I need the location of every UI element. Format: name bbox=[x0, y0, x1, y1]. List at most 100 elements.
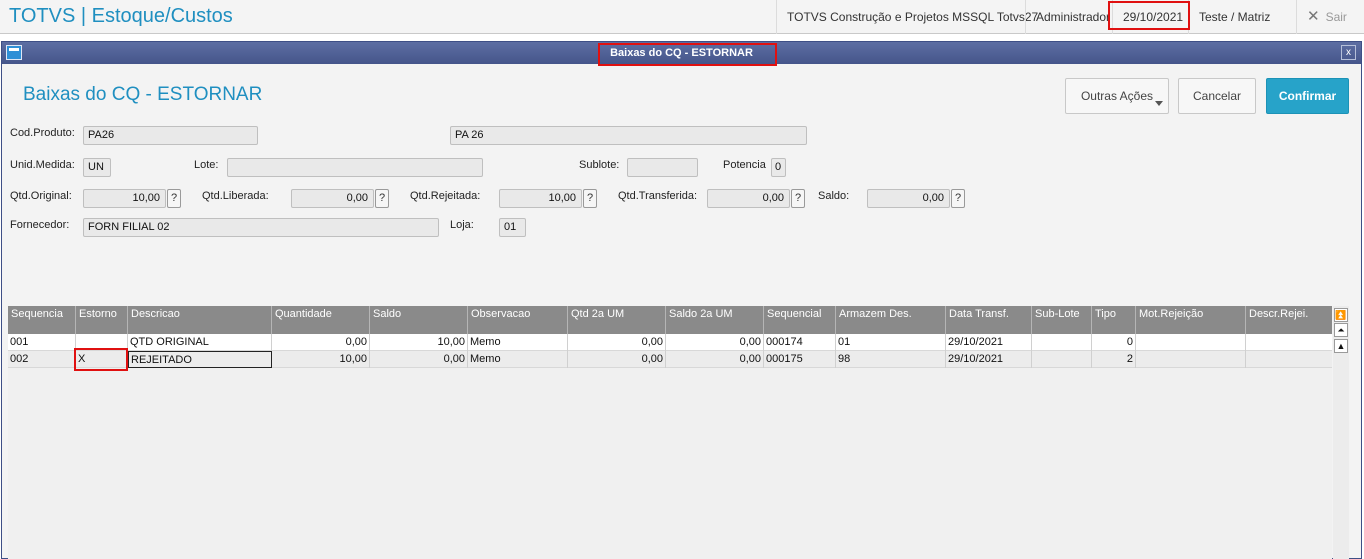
column-header-sub-lote[interactable]: Sub-Lote bbox=[1032, 306, 1092, 334]
column-header-estorno[interactable]: Estorno bbox=[76, 306, 128, 334]
help-button[interactable]: ? bbox=[167, 189, 181, 208]
cell-sequencial[interactable]: 000175 bbox=[764, 351, 836, 368]
cell-mot-rejeicao[interactable] bbox=[1136, 334, 1246, 351]
scroll-top-icon[interactable]: ⏫ bbox=[1334, 308, 1348, 322]
chevron-down-icon bbox=[1155, 101, 1163, 106]
cell-quantidade[interactable]: 10,00 bbox=[272, 351, 370, 368]
qtd-transferida-label: Qtd.Transferida: bbox=[618, 190, 698, 202]
product-description-field[interactable]: PA 26 bbox=[450, 126, 807, 145]
qtd-rejeitada-label: Qtd.Rejeitada: bbox=[410, 190, 481, 202]
cell-descricao[interactable]: REJEITADO bbox=[128, 351, 272, 368]
saldo-field[interactable]: 0,00 bbox=[867, 189, 950, 208]
column-header-sequencia[interactable]: Sequencia bbox=[8, 306, 76, 334]
cell-descr-rejei[interactable] bbox=[1246, 351, 1332, 368]
cell-saldo[interactable]: 0,00 bbox=[370, 351, 468, 368]
cell-saldo[interactable]: 10,00 bbox=[370, 334, 468, 351]
cell-observacao[interactable]: Memo bbox=[468, 351, 568, 368]
grid-scrollbar[interactable]: ⏫ ⏶ ▲ bbox=[1333, 306, 1349, 559]
column-header-sequencial[interactable]: Sequencial bbox=[764, 306, 836, 334]
cell-sequencial[interactable]: 000174 bbox=[764, 334, 836, 351]
column-header-armazem-des[interactable]: Armazem Des. bbox=[836, 306, 946, 334]
potencia-field[interactable]: 0 bbox=[771, 158, 786, 177]
other-actions-label: Outras Ações bbox=[1080, 89, 1154, 103]
cell-observacao[interactable]: Memo bbox=[468, 334, 568, 351]
qtd-original-field[interactable]: 10,00 bbox=[83, 189, 166, 208]
cell-mot-rejeicao[interactable] bbox=[1136, 351, 1246, 368]
items-grid: Sequencia Estorno Descricao Quantidade S… bbox=[8, 306, 1332, 559]
column-header-quantidade[interactable]: Quantidade bbox=[272, 306, 370, 334]
cell-sequencia[interactable]: 002 bbox=[8, 351, 76, 368]
cell-armazem-des[interactable]: 01 bbox=[836, 334, 946, 351]
cell-estorno[interactable]: X bbox=[76, 351, 128, 368]
help-button[interactable]: ? bbox=[951, 189, 965, 208]
qtd-transferida-field[interactable]: 0,00 bbox=[707, 189, 790, 208]
unid-medida-field[interactable]: UN bbox=[83, 158, 111, 177]
fornecedor-label: Fornecedor: bbox=[10, 219, 70, 231]
help-button[interactable]: ? bbox=[375, 189, 389, 208]
cell-descr-rejei[interactable] bbox=[1246, 334, 1332, 351]
cell-tipo[interactable]: 0 bbox=[1092, 334, 1136, 351]
environment-label[interactable]: TOTVS Construção e Projetos MSSQL Totvs2… bbox=[776, 0, 1048, 34]
window-titlebar: Baixas do CQ - ESTORNAR x bbox=[2, 42, 1361, 64]
qtd-rejeitada-field[interactable]: 10,00 bbox=[499, 189, 582, 208]
cell-descricao[interactable]: QTD ORIGINAL bbox=[128, 334, 272, 351]
help-button[interactable]: ? bbox=[583, 189, 597, 208]
user-label[interactable]: Administrador bbox=[1025, 0, 1120, 34]
cod-produto-label: Cod.Produto: bbox=[10, 127, 75, 139]
other-actions-button[interactable]: Outras Ações bbox=[1065, 78, 1169, 114]
qtd-original-label: Qtd.Original: bbox=[10, 190, 72, 202]
potencia-label: Potencia bbox=[723, 159, 766, 171]
cell-saldo-2a-um[interactable]: 0,00 bbox=[666, 351, 764, 368]
cell-estorno[interactable] bbox=[76, 334, 128, 351]
loja-field[interactable]: 01 bbox=[499, 218, 526, 237]
cell-saldo-2a-um[interactable]: 0,00 bbox=[666, 334, 764, 351]
exit-label: Sair bbox=[1325, 10, 1347, 24]
cell-qtd-2a-um[interactable]: 0,00 bbox=[568, 351, 666, 368]
loja-label: Loja: bbox=[450, 219, 474, 231]
page-title: Baixas do CQ - ESTORNAR bbox=[23, 84, 263, 105]
exit-button[interactable]: ✕ Sair bbox=[1296, 0, 1364, 34]
dialog-window: Baixas do CQ - ESTORNAR x Baixas do CQ -… bbox=[1, 41, 1362, 559]
cell-tipo[interactable]: 2 bbox=[1092, 351, 1136, 368]
column-header-mot-rejeicao[interactable]: Mot.Rejeição bbox=[1136, 306, 1246, 334]
app-title: TOTVS | Estoque/Custos bbox=[9, 5, 233, 27]
window-title: Baixas do CQ - ESTORNAR bbox=[610, 47, 753, 59]
table-row[interactable]: 001 QTD ORIGINAL 0,00 10,00 Memo 0,00 0,… bbox=[8, 334, 1332, 351]
branch-label[interactable]: Teste / Matriz bbox=[1188, 0, 1280, 34]
column-header-saldo[interactable]: Saldo bbox=[370, 306, 468, 334]
cell-sub-lote[interactable] bbox=[1032, 351, 1092, 368]
confirm-button[interactable]: Confirmar bbox=[1266, 78, 1349, 114]
column-header-descricao[interactable]: Descricao bbox=[128, 306, 272, 334]
help-button[interactable]: ? bbox=[791, 189, 805, 208]
scroll-page-up-icon[interactable]: ⏶ bbox=[1334, 323, 1348, 337]
sublote-field[interactable] bbox=[627, 158, 698, 177]
column-header-observacao[interactable]: Observacao bbox=[468, 306, 568, 334]
cell-sequencia[interactable]: 001 bbox=[8, 334, 76, 351]
saldo-label: Saldo: bbox=[818, 190, 850, 202]
close-icon: ✕ bbox=[1307, 8, 1320, 25]
cell-quantidade[interactable]: 0,00 bbox=[272, 334, 370, 351]
cell-sub-lote[interactable] bbox=[1032, 334, 1092, 351]
table-row[interactable]: 002 X REJEITADO 10,00 0,00 Memo 0,00 0,0… bbox=[8, 351, 1332, 368]
lote-field[interactable] bbox=[227, 158, 483, 177]
app-header: TOTVS | Estoque/Custos TOTVS Construção … bbox=[0, 0, 1364, 34]
cancel-button[interactable]: Cancelar bbox=[1178, 78, 1256, 114]
column-header-qtd-2a-um[interactable]: Qtd 2a UM bbox=[568, 306, 666, 334]
column-header-tipo[interactable]: Tipo bbox=[1092, 306, 1136, 334]
date-label[interactable]: 29/10/2021 bbox=[1112, 0, 1193, 34]
column-header-saldo-2a-um[interactable]: Saldo 2a UM bbox=[666, 306, 764, 334]
scroll-up-icon[interactable]: ▲ bbox=[1334, 339, 1348, 353]
fornecedor-field[interactable]: FORN FILIAL 02 bbox=[83, 218, 439, 237]
sublote-label: Sublote: bbox=[579, 159, 620, 171]
qtd-liberada-label: Qtd.Liberada: bbox=[202, 190, 269, 202]
cell-data-transf[interactable]: 29/10/2021 bbox=[946, 351, 1032, 368]
column-header-descr-rejei[interactable]: Descr.Rejei. bbox=[1246, 306, 1332, 334]
cell-data-transf[interactable]: 29/10/2021 bbox=[946, 334, 1032, 351]
cell-armazem-des[interactable]: 98 bbox=[836, 351, 946, 368]
lote-label: Lote: bbox=[194, 159, 219, 171]
cell-qtd-2a-um[interactable]: 0,00 bbox=[568, 334, 666, 351]
column-header-data-transf[interactable]: Data Transf. bbox=[946, 306, 1032, 334]
window-close-button[interactable]: x bbox=[1341, 45, 1356, 60]
cod-produto-field[interactable]: PA26 bbox=[83, 126, 258, 145]
qtd-liberada-field[interactable]: 0,00 bbox=[291, 189, 374, 208]
